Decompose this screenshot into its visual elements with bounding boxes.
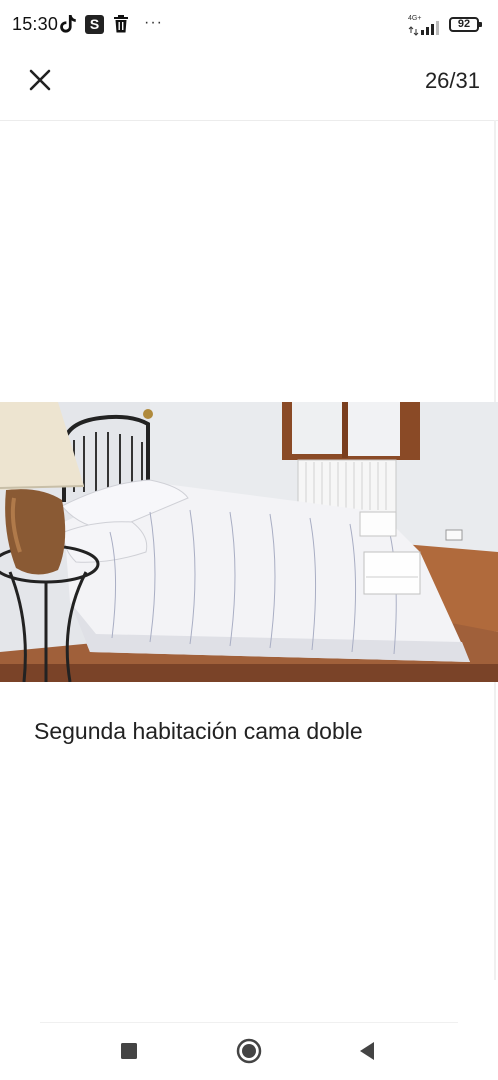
recents-square-icon [121,1043,137,1059]
back-button[interactable] [352,1036,382,1066]
home-circle-icon [236,1038,262,1064]
status-time: 15:30 [12,14,59,34]
photo-counter: 26/31 [424,68,480,93]
tiktok-icon [60,15,76,33]
battery-icon: 92 [449,17,482,32]
bedroom-photo[interactable] [0,402,498,682]
viewer-toolbar: 26/31 [0,52,498,121]
status-bar: 15:30 S ··· 4G+ 92 [0,0,498,52]
s-app-icon: S [85,15,104,34]
nav-divider [40,1022,458,1023]
close-icon [29,69,51,91]
more-icon: ··· [144,14,163,31]
signal-icon: 4G+ [406,14,444,36]
recents-button[interactable] [114,1036,144,1066]
back-triangle-icon [360,1042,374,1060]
system-nav-bar [0,1024,498,1080]
home-button[interactable] [234,1036,264,1066]
battery-level: 92 [457,18,471,30]
trash-icon [114,15,128,33]
photo-caption: Segunda habitación cama doble [34,718,363,744]
close-button[interactable] [22,62,58,98]
